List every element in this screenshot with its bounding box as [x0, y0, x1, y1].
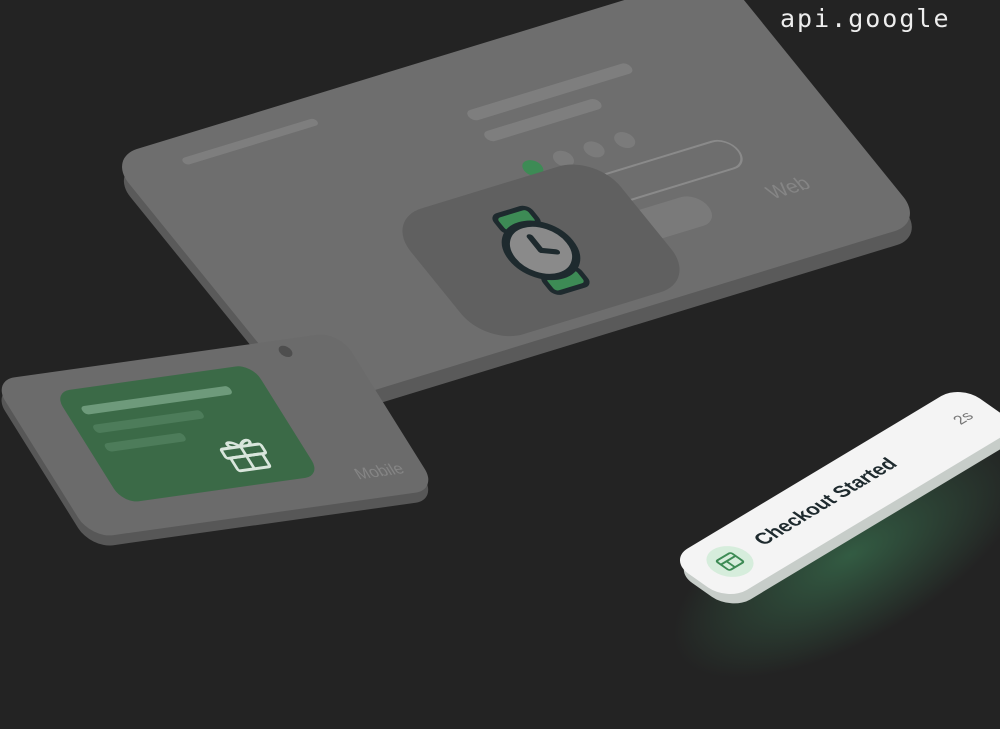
header-line: [180, 117, 320, 166]
url-text: api.google: [780, 4, 951, 33]
event-time: 2s: [949, 408, 978, 428]
event-icon: [696, 539, 764, 584]
gift-icon: [219, 438, 272, 473]
color-swatch[interactable]: [579, 139, 609, 160]
mobile-label: Mobile: [351, 460, 408, 484]
web-label: Web: [761, 173, 816, 204]
mobile-banner: [53, 364, 322, 504]
watch-icon: [492, 205, 590, 295]
banner-line: [79, 385, 234, 415]
banner-line: [103, 432, 188, 453]
color-swatch[interactable]: [609, 129, 640, 151]
search-icon: [276, 344, 295, 358]
banner-line: [91, 409, 206, 434]
layout-icon: [715, 552, 745, 571]
